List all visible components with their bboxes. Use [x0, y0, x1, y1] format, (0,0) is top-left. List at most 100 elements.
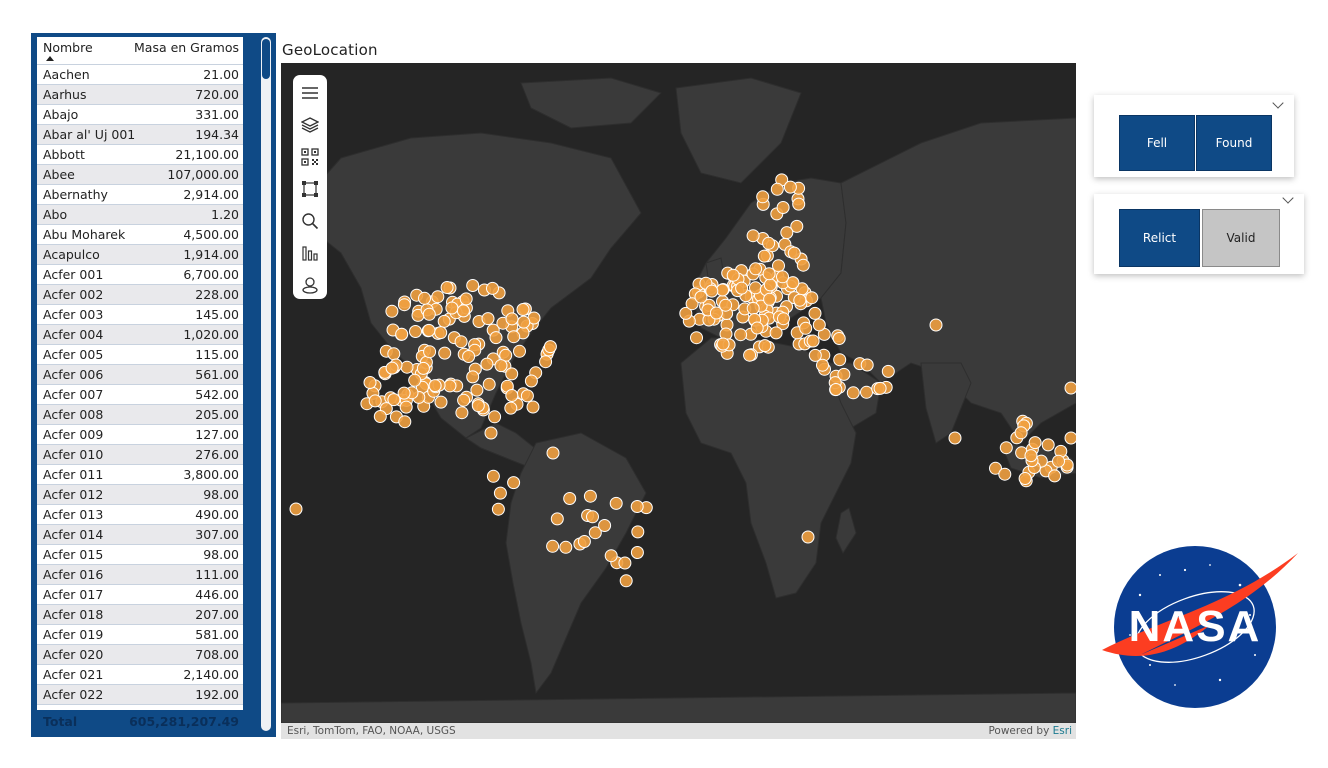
- table-row[interactable]: Acfer 007 542.00: [37, 385, 243, 405]
- meteorite-point[interactable]: [860, 385, 873, 399]
- meteorite-point[interactable]: [619, 574, 633, 588]
- meteorite-point[interactable]: [398, 415, 412, 429]
- meteorite-point[interactable]: [735, 281, 749, 295]
- meteorite-point[interactable]: [716, 283, 729, 297]
- meteorite-point[interactable]: [816, 358, 829, 372]
- meteorite-point[interactable]: [466, 370, 480, 384]
- meteorite-point[interactable]: [480, 357, 494, 371]
- geolocation-map[interactable]: Esri, TomTom, FAO, NOAA, USGS Powered by…: [281, 63, 1076, 739]
- meteorite-point[interactable]: [486, 469, 500, 483]
- meteorite-point[interactable]: [440, 281, 454, 294]
- meteorite-point[interactable]: [456, 304, 470, 318]
- meteorite-point[interactable]: [434, 395, 448, 409]
- table-row[interactable]: Acfer 017 446.00: [37, 585, 243, 605]
- meteorite-point[interactable]: [586, 510, 599, 524]
- table-scrollbar[interactable]: [261, 37, 271, 731]
- table-row[interactable]: Abbott 21,100.00: [37, 145, 243, 165]
- table-row[interactable]: Acfer 022 192.00: [37, 685, 243, 705]
- meteorite-point[interactable]: [757, 249, 771, 263]
- table-row[interactable]: Acfer 001 6,700.00: [37, 265, 243, 285]
- meteorite-point[interactable]: [805, 291, 819, 305]
- meteorite-point[interactable]: [462, 350, 476, 363]
- table-row[interactable]: Abajo 331.00: [37, 105, 243, 125]
- meteorite-point[interactable]: [772, 259, 785, 273]
- meteorite-point[interactable]: [481, 312, 495, 326]
- meteorite-point[interactable]: [400, 360, 414, 374]
- meteorite-point[interactable]: [434, 326, 448, 340]
- slicer-option-valid[interactable]: Valid: [1202, 209, 1280, 267]
- table-row[interactable]: Acfer 013 490.00: [37, 505, 243, 525]
- meteorite-point[interactable]: [881, 364, 895, 378]
- meteorite-point[interactable]: [734, 328, 748, 342]
- meteorite-point[interactable]: [550, 512, 564, 526]
- meteorite-point[interactable]: [385, 361, 399, 375]
- meteorite-point[interactable]: [780, 226, 794, 240]
- chart-button[interactable]: [298, 241, 322, 265]
- meteorite-point[interactable]: [792, 197, 806, 211]
- meteorite-point[interactable]: [799, 321, 813, 335]
- meteorite-point[interactable]: [507, 476, 521, 490]
- table-row[interactable]: Acfer 012 98.00: [37, 485, 243, 505]
- meteorite-point[interactable]: [808, 306, 822, 320]
- meteorite-point[interactable]: [488, 410, 502, 424]
- meteorite-point[interactable]: [505, 389, 519, 402]
- meteorite-point[interactable]: [546, 539, 560, 553]
- meteorite-point[interactable]: [526, 400, 540, 414]
- meteorite-point[interactable]: [783, 180, 797, 194]
- meteorite-point[interactable]: [505, 367, 519, 381]
- table-row[interactable]: Acfer 015 98.00: [37, 545, 243, 565]
- meteorite-point[interactable]: [1018, 472, 1032, 485]
- table-row[interactable]: Aachen 21.00: [37, 65, 243, 85]
- meteorite-point[interactable]: [408, 373, 422, 387]
- meteorite-point[interactable]: [437, 314, 451, 328]
- meteorite-point[interactable]: [494, 359, 508, 373]
- meteorite-point[interactable]: [418, 291, 431, 305]
- meteorite-point[interactable]: [630, 546, 644, 559]
- meteorite-point[interactable]: [1028, 436, 1042, 450]
- meteorite-point[interactable]: [387, 393, 401, 407]
- meteorite-point[interactable]: [749, 281, 762, 295]
- meteorite-point[interactable]: [1024, 449, 1038, 463]
- meteorite-point[interactable]: [777, 312, 790, 326]
- table-row[interactable]: Acfer 019 581.00: [37, 625, 243, 645]
- table-row[interactable]: Abar al' Uj 001 194.34: [37, 125, 243, 145]
- table-row[interactable]: Acfer 014 307.00: [37, 525, 243, 545]
- meteorite-point[interactable]: [705, 284, 719, 298]
- chevron-down-icon[interactable]: [1282, 192, 1294, 204]
- meteorite-point[interactable]: [743, 348, 757, 362]
- table-row[interactable]: Abee 107,000.00: [37, 165, 243, 185]
- table-row[interactable]: Aarhus 720.00: [37, 85, 243, 105]
- meteorite-point[interactable]: [762, 236, 776, 250]
- meteorite-point[interactable]: [368, 394, 382, 408]
- meteorite-point[interactable]: [513, 344, 526, 358]
- meteorite-point[interactable]: [539, 355, 553, 369]
- meteorite-point[interactable]: [948, 431, 962, 445]
- meteorite-point[interactable]: [750, 321, 764, 335]
- meteorite-point[interactable]: [397, 298, 411, 312]
- table-row[interactable]: Acfer 021 2,140.00: [37, 665, 243, 685]
- qr-button[interactable]: [298, 145, 322, 169]
- meteorite-point[interactable]: [1014, 426, 1028, 440]
- meteorite-point[interactable]: [577, 535, 591, 548]
- meteorite-point[interactable]: [422, 307, 436, 321]
- table-row[interactable]: Acfer 003 145.00: [37, 305, 243, 325]
- meteorite-point[interactable]: [833, 353, 847, 367]
- meteorite-point[interactable]: [482, 377, 496, 391]
- meteorite-point[interactable]: [438, 346, 452, 360]
- meteorite-point[interactable]: [470, 383, 484, 397]
- table-row[interactable]: Acfer 006 561.00: [37, 365, 243, 385]
- meteorite-point[interactable]: [428, 379, 442, 393]
- meteorite-point[interactable]: [860, 358, 874, 372]
- meteorite-point[interactable]: [756, 190, 770, 204]
- table-row[interactable]: Acfer 002 228.00: [37, 285, 243, 305]
- meteorite-point[interactable]: [716, 337, 730, 351]
- meteorite-point[interactable]: [395, 327, 409, 341]
- meteorite-point[interactable]: [694, 290, 708, 304]
- meteorite-point[interactable]: [524, 374, 538, 388]
- meteorite-point[interactable]: [796, 258, 810, 272]
- meteorite-point[interactable]: [598, 519, 612, 532]
- slicer-option-relict[interactable]: Relict: [1119, 209, 1200, 267]
- meteorite-point[interactable]: [559, 540, 573, 554]
- meteorite-point[interactable]: [776, 201, 790, 214]
- table-row[interactable]: Abernathy 2,914.00: [37, 185, 243, 205]
